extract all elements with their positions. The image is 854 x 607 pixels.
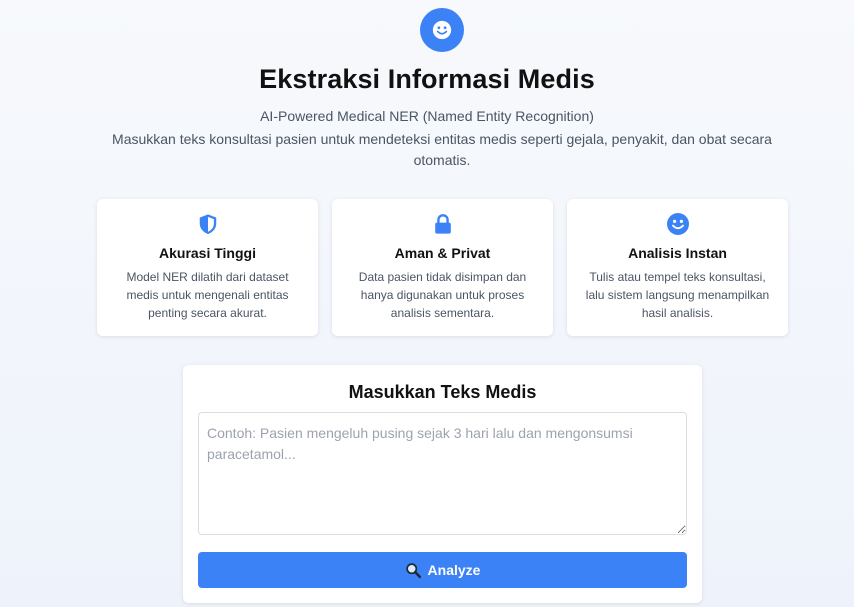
feature-title: Aman & Privat bbox=[394, 245, 491, 261]
input-panel-title: Masukkan Teks Medis bbox=[348, 382, 537, 402]
feature-card-accuracy: Akurasi Tinggi Model NER dilatih dari da… bbox=[97, 199, 318, 336]
feature-card-privacy: Aman & Privat Data pasien tidak disimpan… bbox=[332, 199, 553, 336]
lock-icon bbox=[434, 214, 451, 234]
feature-title: Akurasi Tinggi bbox=[159, 245, 256, 261]
magnifying-glass-icon bbox=[405, 562, 422, 579]
page-title: Ekstraksi Informasi Medis bbox=[259, 64, 595, 94]
analyze-button-label: Analyze bbox=[427, 562, 481, 578]
feature-card-instant: Analisis Instan Tulis atau tempel teks k… bbox=[567, 199, 788, 336]
logo-badge bbox=[420, 8, 464, 52]
feature-text: Tulis atau tempel teks konsultasi, lalu … bbox=[585, 270, 770, 320]
input-panel: Masukkan Teks Medis Analyze bbox=[183, 365, 702, 603]
page-subtitle: AI-Powered Medical NER (Named Entity Rec… bbox=[260, 108, 594, 124]
shield-icon bbox=[199, 214, 216, 235]
feature-text: Model NER dilatih dari dataset medis unt… bbox=[126, 270, 289, 320]
page-description: Masukkan teks konsultasi pasien untuk me… bbox=[112, 131, 772, 168]
feature-title: Analisis Instan bbox=[628, 245, 727, 261]
smiley-face-icon bbox=[432, 20, 452, 40]
feature-text: Data pasien tidak disimpan dan hanya dig… bbox=[358, 270, 527, 320]
smiley-face-icon bbox=[666, 213, 689, 235]
medical-text-input[interactable] bbox=[198, 412, 687, 535]
analyze-button[interactable]: Analyze bbox=[198, 552, 687, 588]
